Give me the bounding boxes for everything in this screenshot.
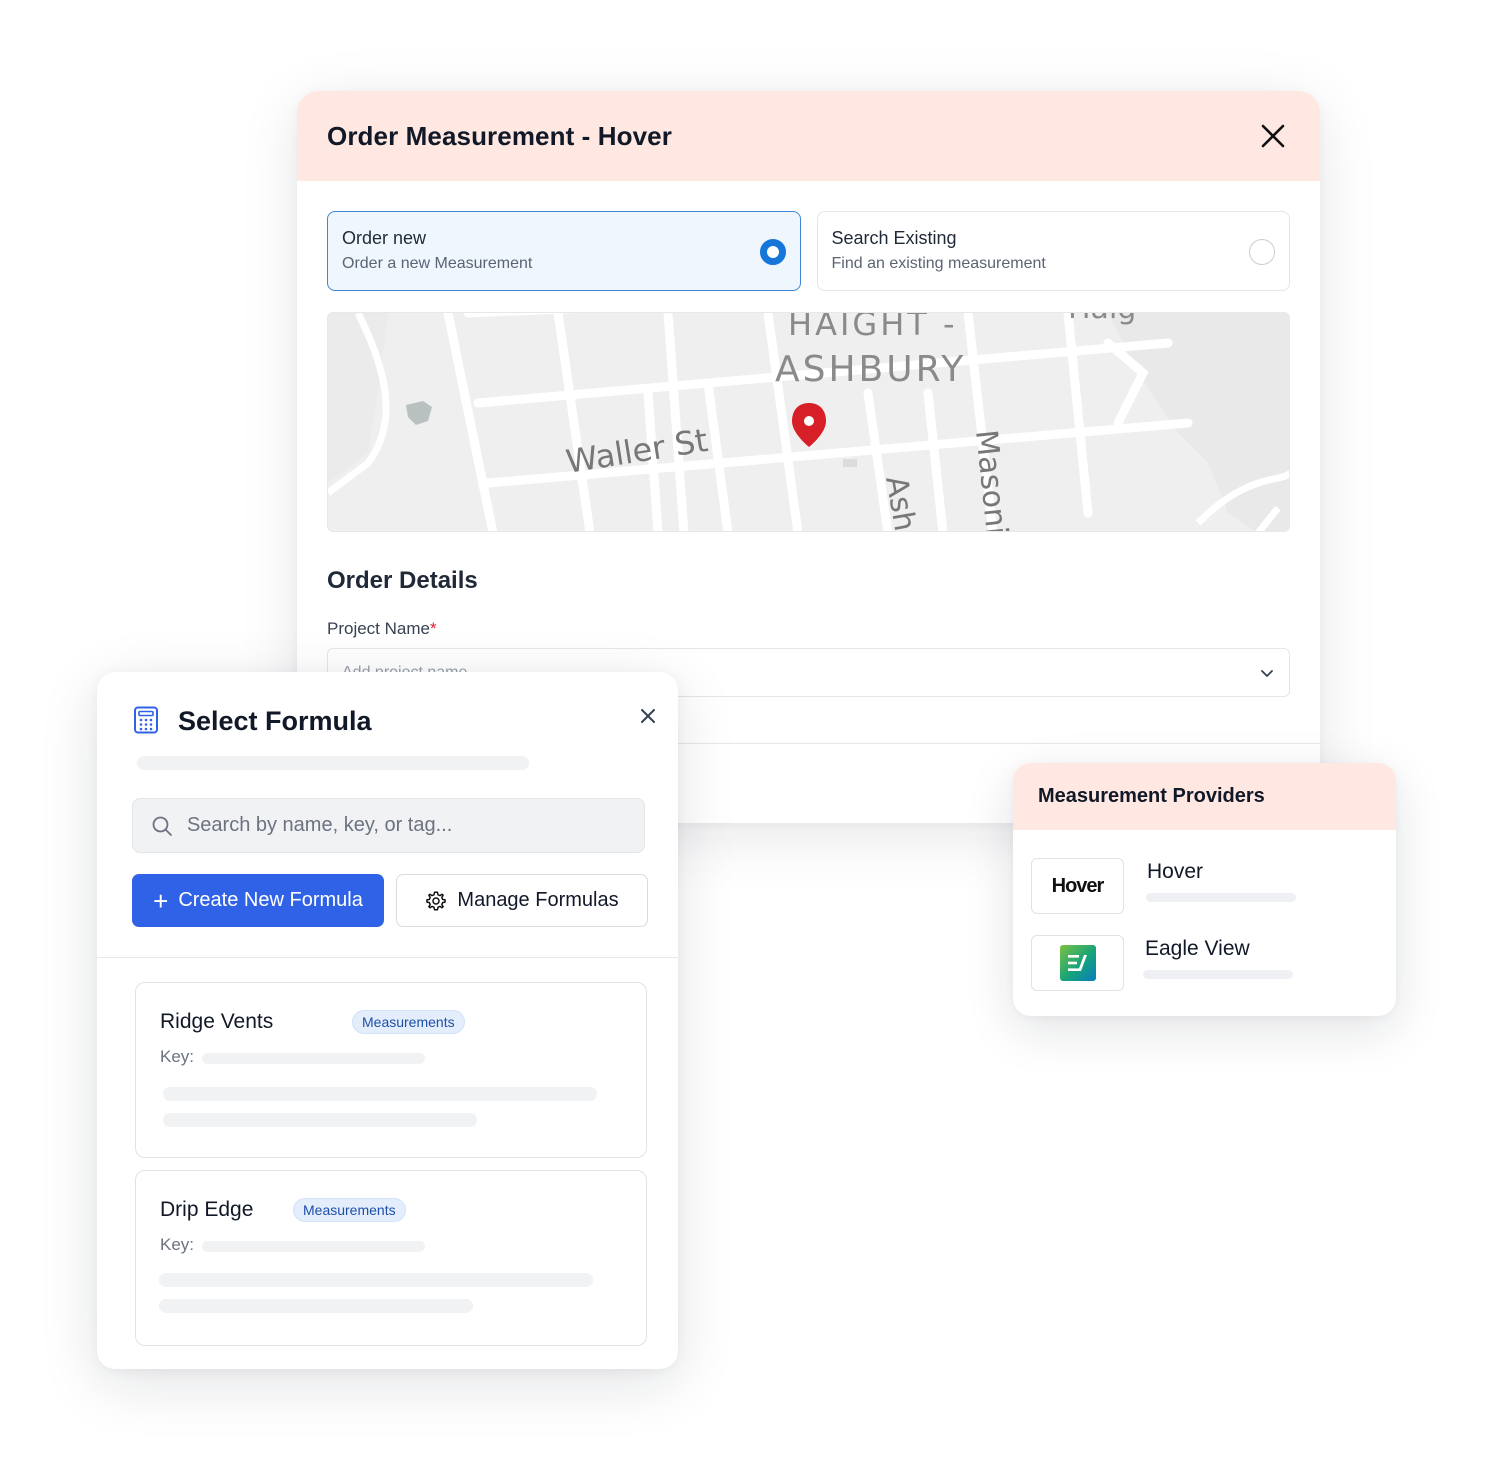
provider-placeholder-bar [1143,970,1293,979]
create-new-formula-button[interactable]: + Create New Formula [132,874,384,927]
eagleview-logo-icon [1059,945,1096,981]
description-placeholder-bar [163,1113,477,1127]
formula-key-label: Key: [160,1047,195,1066]
chevron-down-icon [1261,669,1273,677]
close-icon[interactable] [1256,119,1290,153]
hover-logo: Hover [1031,858,1124,914]
formula-tag-badge: Measurements [352,1010,465,1034]
search-icon [152,816,172,836]
provider-placeholder-bar [1146,893,1296,902]
manage-formulas-button[interactable]: Manage Formulas [396,874,648,927]
panel-title: Select Formula [178,706,372,736]
key-placeholder-bar [202,1241,425,1252]
order-details-heading: Order Details [327,567,478,594]
search-input[interactable] [186,814,626,837]
provider-hover[interactable]: Hover Hover [1031,858,1371,914]
project-name-label-text: Project Name [327,619,430,638]
map-label-district-1: HAIGHT - [788,313,958,343]
formula-name: Drip Edge [160,1198,254,1221]
formula-card-ridge-vents[interactable]: Ridge Vents Measurements Key: [135,982,647,1158]
select-formula-panel: Select Formula + Create New Formula Mana… [97,672,678,1369]
formula-search-field[interactable] [132,798,645,853]
divider [97,957,678,958]
modal-title: Order Measurement - Hover [327,120,672,151]
location-map[interactable]: HAIGHT - ASHBURY Haig Waller St Ash Maso… [327,312,1290,532]
project-name-label: Project Name* [327,619,437,639]
map-label-district-2: ASHBURY [775,349,966,390]
modal-header: Order Measurement - Hover [297,91,1320,181]
description-placeholder-bar [159,1299,473,1313]
create-button-label: Create New Formula [178,889,363,911]
provider-name: Eagle View [1145,937,1250,960]
hover-logo-text: Hover [1051,874,1105,897]
close-icon[interactable] [638,706,658,726]
provider-eagle-view[interactable]: Eagle View [1031,935,1371,991]
measurement-providers-card: Measurement Providers Hover Hover Eagle … [1013,763,1396,1016]
formula-card-drip-edge[interactable]: Drip Edge Measurements Key: [135,1170,647,1346]
provider-name: Hover [1147,860,1204,883]
eagleview-logo [1031,935,1124,991]
providers-title: Measurement Providers [1038,785,1265,807]
description-placeholder-bar [159,1273,593,1287]
option-subtitle: Order a new Measurement [342,255,533,272]
providers-header: Measurement Providers [1013,763,1396,830]
key-placeholder-bar [202,1053,425,1064]
formula-tag-badge: Measurements [293,1198,406,1222]
order-type-options: Order new Order a new Measurement Search… [327,211,1290,291]
plus-icon: + [153,885,169,916]
option-title: Order new [342,228,427,248]
radio-selected[interactable] [759,239,786,265]
option-order-new[interactable]: Order new Order a new Measurement [327,211,801,291]
manage-button-label: Manage Formulas [457,889,619,911]
gear-icon [426,891,447,910]
option-subtitle: Find an existing measurement [831,255,1046,272]
option-search-existing[interactable]: Search Existing Find an existing measure… [816,211,1290,291]
formula-name: Ridge Vents [160,1010,274,1033]
calculator-icon [134,706,158,734]
formula-key-label: Key: [160,1235,195,1254]
radio-unselected[interactable] [1249,239,1275,265]
map-label-top-right: Haig [1068,313,1136,326]
description-placeholder-bar [163,1087,597,1101]
subtitle-placeholder-bar [137,756,529,770]
required-mark: * [429,619,437,638]
option-title: Search Existing [831,228,957,248]
